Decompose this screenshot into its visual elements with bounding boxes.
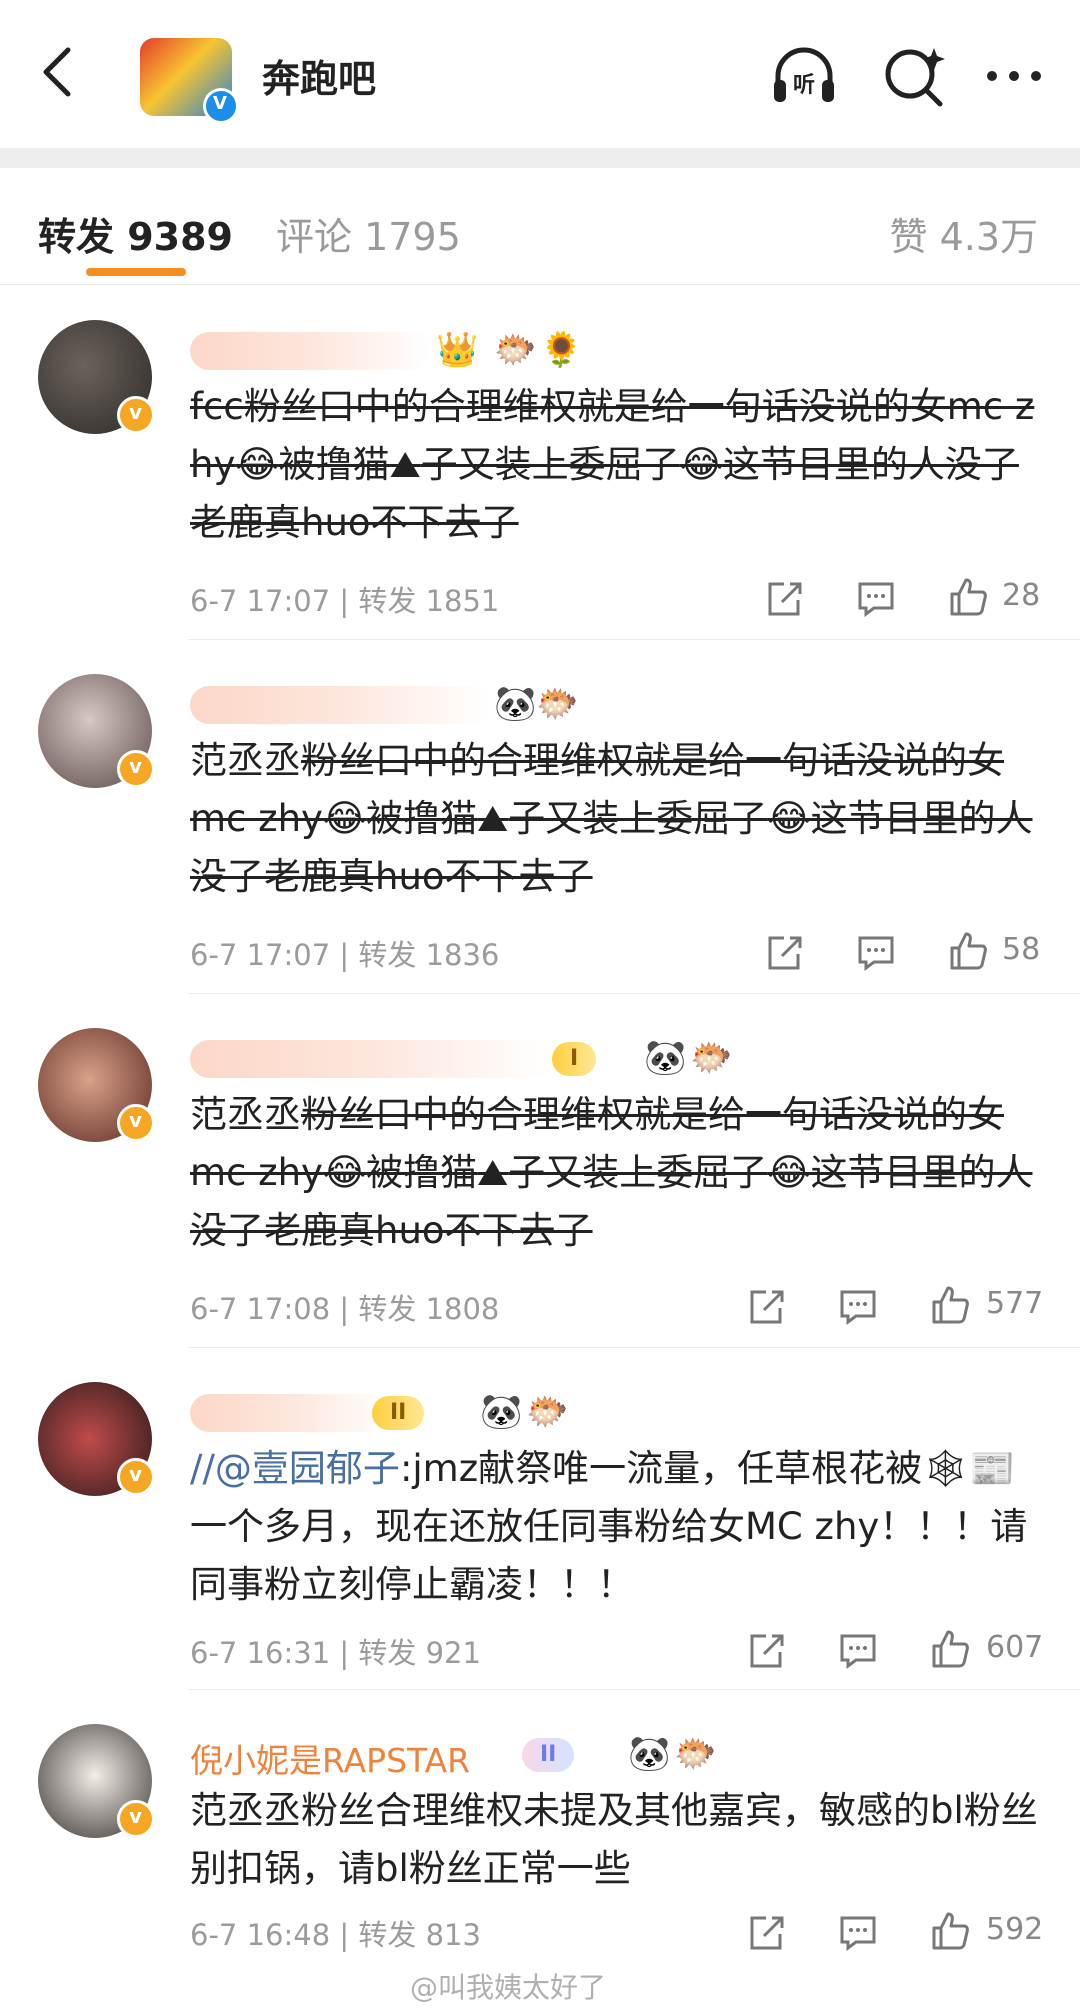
username-blurred[interactable] xyxy=(190,1040,550,1078)
laugh-emoji-icon: 😂 xyxy=(679,443,723,486)
more-dots-icon[interactable] xyxy=(978,40,1050,112)
list-item: II 🐼 🐡 //@壹园郁子:jmz献祭唯一流量，任草根花被🕸📰一个多月，现在还… xyxy=(0,1348,1080,1690)
fish-icon: 🐡 xyxy=(690,1038,733,1078)
username-blurred[interactable] xyxy=(190,332,430,370)
comment-icon[interactable] xyxy=(836,1910,880,1954)
headphones-listen-icon[interactable]: 听 xyxy=(768,40,840,112)
like-thumb-icon[interactable] xyxy=(946,574,990,618)
repost-text: //@壹园郁子:jmz献祭唯一流量，任草根花被🕸📰一个多月，现在还放任同事粉给女… xyxy=(190,1447,1028,1606)
share-icon[interactable] xyxy=(762,576,806,620)
repost-meta: 6-7 17:07 | 转发 1851 xyxy=(190,584,500,618)
sunflower-icon: 🌻 xyxy=(540,330,583,370)
list-item: I 🐼 🐡 范丞丞粉丝口中的合理维权就是给一句话没说的女mc zhy😂被撸猫⛰子… xyxy=(0,994,1080,1348)
tab-bar: 转发 9389 评论 1795 赞 4.3万 xyxy=(0,168,1080,285)
fish-icon: 🐡 xyxy=(536,684,579,724)
laugh-emoji-icon: 😂 xyxy=(322,1151,367,1194)
fish-icon: 🐡 xyxy=(674,1734,717,1774)
repost-text: 范丞丞粉丝口中的合理维权就是给一句话没说的女mc zhy😂被撸猫⛰子又装上委屈了… xyxy=(190,739,1033,898)
verified-badge-icon xyxy=(117,750,155,788)
like-count: 592 xyxy=(986,1912,1044,1947)
panda-icon: 🐼 xyxy=(628,1734,671,1774)
verified-badge-icon xyxy=(117,1104,155,1142)
repost-text: fcc粉丝口中的合理维权就是给一句话没说的女mc zhy😂被撸猫⛰子又装上委屈了… xyxy=(190,385,1035,544)
username-blurred[interactable] xyxy=(190,686,490,724)
fan-level-badge: II xyxy=(372,1396,425,1430)
verified-badge-icon xyxy=(117,396,155,434)
like-count: 28 xyxy=(1002,578,1041,613)
like-count: 607 xyxy=(986,1630,1044,1665)
username-blurred[interactable] xyxy=(190,1394,390,1432)
watermark: @叫我姨太好了 xyxy=(410,1971,607,2004)
like-count: 577 xyxy=(986,1286,1044,1321)
repost-meta: 6-7 16:48 | 转发 813 xyxy=(190,1918,481,1952)
mention-link[interactable]: //@壹园郁子 xyxy=(190,1447,400,1490)
panda-icon: 🐼 xyxy=(644,1038,687,1078)
search-sparkle-icon[interactable] xyxy=(878,40,950,112)
mountain-emoji-icon: ⛰ xyxy=(477,797,509,840)
mountain-emoji-icon: ⛰ xyxy=(389,443,421,486)
laugh-emoji-icon: 😂 xyxy=(767,1151,811,1194)
comment-icon[interactable] xyxy=(836,1284,880,1328)
mountain-emoji-icon: ⛰ xyxy=(477,1151,509,1194)
repost-text: 范丞丞粉丝口中的合理维权就是给一句话没说的女mc zhy😂被撸猫⛰子又装上委屈了… xyxy=(190,1093,1033,1252)
like-thumb-icon[interactable] xyxy=(928,1908,972,1952)
page-title: 奔跑吧 xyxy=(262,57,377,101)
verified-badge-icon xyxy=(117,1800,155,1838)
chevron-left-icon[interactable] xyxy=(30,42,90,102)
top-bar: 奔跑吧 听 xyxy=(0,0,1080,149)
comment-icon[interactable] xyxy=(854,930,898,974)
share-icon[interactable] xyxy=(744,1910,788,1954)
panda-icon: 🐼 xyxy=(480,1392,523,1432)
tab-repost[interactable]: 转发 9389 xyxy=(38,206,233,261)
share-icon[interactable] xyxy=(744,1628,788,1672)
like-count: 58 xyxy=(1002,932,1041,967)
list-item: 倪小妮是RAPSTAR II 🐼 🐡 范丞丞粉丝合理维权未提及其他嘉宾，敏感的b… xyxy=(0,1690,1080,1980)
share-icon[interactable] xyxy=(744,1284,788,1328)
list-item: 👑 🐡 🌻 fcc粉丝口中的合理维权就是给一句话没说的女mc zhy😂被撸猫⛰子… xyxy=(0,286,1080,640)
active-tab-indicator xyxy=(86,268,186,276)
like-thumb-icon[interactable] xyxy=(928,1626,972,1670)
comment-icon[interactable] xyxy=(836,1628,880,1672)
repost-meta: 6-7 16:31 | 转发 921 xyxy=(190,1636,481,1670)
list-item: 🐼 🐡 范丞丞粉丝口中的合理维权就是给一句话没说的女mc zhy😂被撸猫⛰子又装… xyxy=(0,640,1080,994)
verified-badge-icon xyxy=(117,1458,155,1496)
repost-text: 范丞丞粉丝合理维权未提及其他嘉宾，敏感的bl粉丝别扣锅，请bl粉丝正常一些 xyxy=(190,1789,1038,1890)
laugh-emoji-icon: 😂 xyxy=(322,797,367,840)
comment-icon[interactable] xyxy=(854,576,898,620)
fan-level-badge: I xyxy=(552,1042,597,1076)
listen-label: 听 xyxy=(793,73,815,98)
newspaper-emoji-icon: 📰 xyxy=(969,1447,1016,1490)
verified-badge-icon xyxy=(203,88,239,124)
panda-icon: 🐼 xyxy=(494,684,537,724)
laugh-emoji-icon: 😂 xyxy=(235,443,279,486)
repost-meta: 6-7 17:07 | 转发 1836 xyxy=(190,938,500,972)
crown-icon: 👑 xyxy=(436,330,479,370)
tab-comments[interactable]: 评论 1795 xyxy=(276,206,461,261)
tab-likes[interactable]: 赞 4.3万 xyxy=(889,206,1038,261)
fish-icon: 🐡 xyxy=(494,330,537,370)
share-icon[interactable] xyxy=(762,930,806,974)
laugh-emoji-icon: 😂 xyxy=(767,797,811,840)
username[interactable]: 倪小妮是RAPSTAR xyxy=(190,1734,470,1782)
fish-icon: 🐡 xyxy=(526,1392,569,1432)
like-thumb-icon[interactable] xyxy=(928,1282,972,1326)
like-thumb-icon[interactable] xyxy=(946,928,990,972)
section-gap xyxy=(0,148,1080,168)
repost-meta: 6-7 17:08 | 转发 1808 xyxy=(190,1292,500,1326)
fan-level-badge: II xyxy=(522,1738,575,1772)
spiderweb-emoji-icon: 🕸 xyxy=(922,1447,970,1490)
